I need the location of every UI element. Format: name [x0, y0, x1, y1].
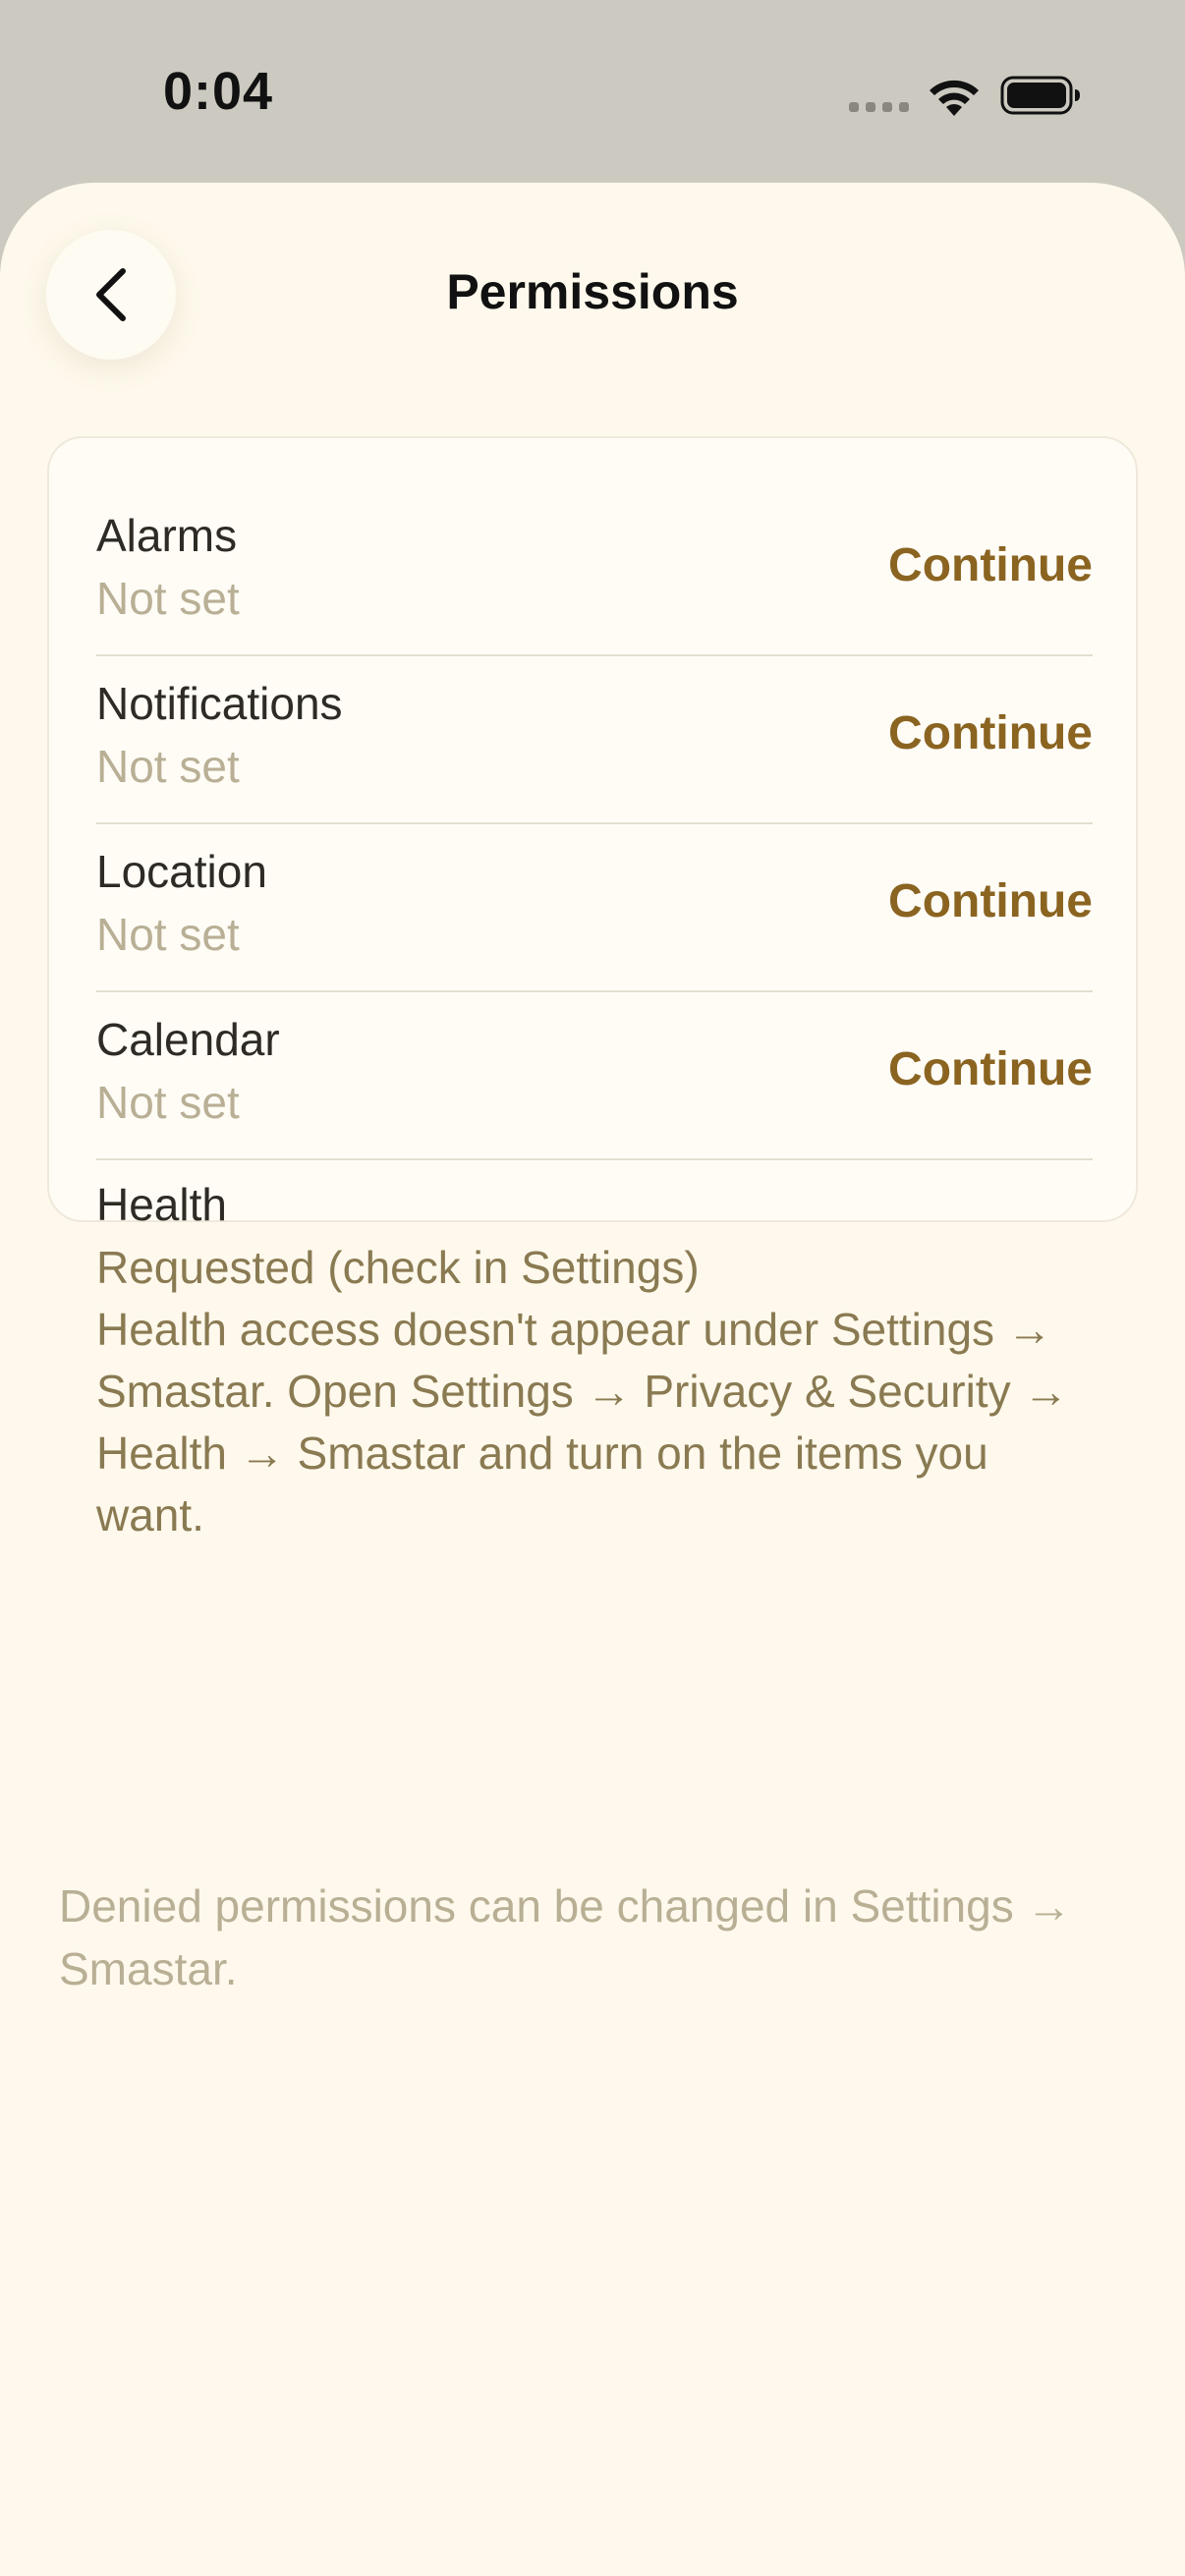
permission-row-notifications: Notifications Not set Continue — [96, 657, 1093, 824]
continue-alarms-button[interactable]: Continue — [888, 538, 1093, 592]
permission-title: Alarms — [96, 510, 238, 561]
permission-status: Not set — [96, 1077, 240, 1128]
continue-calendar-button[interactable]: Continue — [888, 1042, 1093, 1096]
permission-title: Notifications — [96, 678, 343, 729]
permission-status: Not set — [96, 573, 240, 624]
permission-title: Calendar — [96, 1014, 280, 1065]
permissions-card: Alarms Not set Continue Notifications No… — [47, 436, 1138, 1540]
health-title: Health — [96, 1179, 227, 1230]
permission-status: Not set — [96, 909, 240, 960]
permission-row-alarms: Alarms Not set Continue — [96, 489, 1093, 656]
status-time: 0:04 — [163, 62, 274, 121]
permission-title: Location — [96, 846, 267, 897]
health-note: Health access doesn't appear under Setti… — [96, 1304, 1069, 1540]
divider — [96, 990, 1093, 992]
health-status: Requested (check in Settings) — [96, 1242, 700, 1293]
signal-dots-icon — [849, 102, 909, 112]
status-bar: 0:04 — [0, 0, 1185, 183]
divider — [96, 1158, 1093, 1160]
permissions-sheet: Permissions Alarms Not set Continue Noti… — [0, 183, 1185, 2576]
page-title: Permissions — [446, 264, 739, 319]
permission-row-calendar: Calendar Not set Continue — [96, 993, 1093, 1160]
wifi-icon — [930, 80, 979, 116]
permission-row-health: Health Requested (check in Settings) Hea… — [96, 1173, 1093, 1546]
continue-location-button[interactable]: Continue — [888, 874, 1093, 928]
permission-status: Not set — [96, 741, 240, 792]
continue-notifications-button[interactable]: Continue — [888, 706, 1093, 760]
divider — [96, 822, 1093, 824]
footer-note: Denied permissions can be changed in Set… — [59, 1880, 1072, 1994]
battery-icon — [1000, 76, 1080, 115]
permission-row-location: Location Not set Continue — [96, 825, 1093, 992]
divider — [96, 654, 1093, 656]
